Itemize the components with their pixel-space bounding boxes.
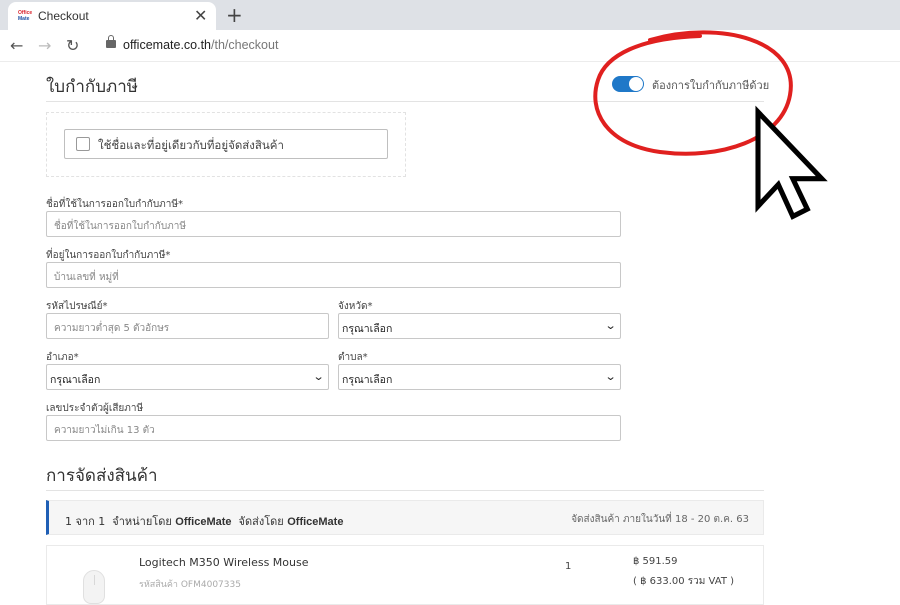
forward-arrow-icon[interactable]: → (38, 36, 51, 55)
shipment-header: 1 จาก 1 จำหน่ายโดย OfficeMate จัดส่งโดย … (46, 500, 764, 535)
new-tab-icon[interactable]: + (226, 3, 243, 27)
shipping-divider (46, 490, 764, 491)
invoice-toggle-label: ต้องการใบกำกับภาษีด้วย (652, 79, 770, 92)
invoice-address-label: ที่อยู่ในการออกใบกำกับภาษี* (46, 250, 171, 261)
postcode-input[interactable]: ความยาวต่ำสุด 5 ตัวอักษร (46, 313, 329, 339)
same-address-checkbox[interactable] (76, 137, 90, 151)
subdistrict-select-value: กรุณาเลือก (342, 374, 393, 386)
mouse-cursor-icon (755, 105, 828, 220)
product-image-mouse[interactable] (83, 570, 105, 604)
lock-icon[interactable] (106, 35, 116, 48)
back-arrow-icon[interactable]: ← (10, 36, 23, 55)
tab-title: Checkout (38, 9, 89, 23)
officemate-favicon-icon: Office Mate (18, 10, 33, 22)
delivery-date-note: จัดส่งสินค้า ภายในวันที่ 18 - 20 ต.ค. 63 (571, 514, 749, 525)
province-label: จังหวัด* (338, 301, 373, 312)
url-path: /th/checkout (211, 38, 279, 52)
taxid-label: เลขประจำตัวผู้เสียภาษี (46, 403, 144, 414)
province-select-value: กรุณาเลือก (342, 323, 393, 335)
url-host: officemate.co.th (123, 38, 212, 52)
invoice-toggle-switch[interactable] (612, 76, 644, 92)
product-sku: รหัสสินค้า OFM4007335 (139, 580, 241, 590)
product-price-incl-vat: ( ฿ 633.00 รวม VAT ) (633, 576, 735, 587)
chevron-down-icon: ⌄ (312, 370, 325, 383)
invoice-name-input[interactable]: ชื่อที่ใช้ในการออกใบกำกับภาษี (46, 211, 621, 237)
district-select[interactable]: กรุณาเลือก ⌄ (46, 364, 329, 390)
same-address-label: ใช้ชื่อและที่อยู่เดียวกับที่อยู่จัดส่งสิ… (98, 138, 284, 152)
shipment-count: 1 จาก 1 (65, 515, 106, 528)
browser-tab-checkout[interactable]: Office Mate Checkout ✕ (8, 2, 216, 30)
invoice-address-input[interactable]: บ้านเลขที่ หมู่ที่ (46, 262, 621, 288)
sold-by-label: จำหน่ายโดย (112, 515, 172, 528)
product-quantity: 1 (565, 561, 572, 572)
invoice-section-title: ใบกำกับภาษี (46, 77, 138, 97)
province-select[interactable]: กรุณาเลือก ⌄ (338, 313, 621, 339)
subdistrict-label: ตำบล* (338, 352, 368, 363)
district-label: อำเภอ* (46, 352, 79, 363)
address-bar[interactable]: officemate.co.th/th/checkout (123, 38, 278, 52)
product-row: Logitech M350 Wireless Mouse รหัสสินค้า … (46, 545, 764, 605)
district-select-value: กรุณาเลือก (50, 374, 101, 386)
shipper-name: OfficeMate (287, 516, 344, 528)
shipped-by-label: จัดส่งโดย (238, 515, 284, 528)
invoice-name-label: ชื่อที่ใช้ในการออกใบกำกับภาษี* (46, 199, 183, 210)
taxid-input[interactable]: ความยาวไม่เกิน 13 ตัว (46, 415, 621, 441)
close-tab-icon[interactable]: ✕ (194, 6, 207, 25)
invoice-divider (46, 101, 764, 102)
postcode-label: รหัสไปรษณีย์* (46, 301, 108, 312)
browser-toolbar: ← → ↻ officemate.co.th/th/checkout (0, 30, 900, 62)
product-name[interactable]: Logitech M350 Wireless Mouse (139, 556, 309, 569)
subdistrict-select[interactable]: กรุณาเลือก ⌄ (338, 364, 621, 390)
reload-icon[interactable]: ↻ (66, 36, 79, 55)
chevron-down-icon: ⌄ (604, 370, 617, 383)
seller-name: OfficeMate (175, 516, 232, 528)
shipping-section-title: การจัดส่งสินค้า (46, 466, 158, 486)
browser-tab-bar: Office Mate Checkout ✕ + (0, 0, 900, 30)
shipment-info: 1 จาก 1 จำหน่ายโดย OfficeMate จัดส่งโดย … (65, 512, 343, 530)
chevron-down-icon: ⌄ (604, 319, 617, 332)
product-price: ฿ 591.59 (633, 556, 678, 567)
